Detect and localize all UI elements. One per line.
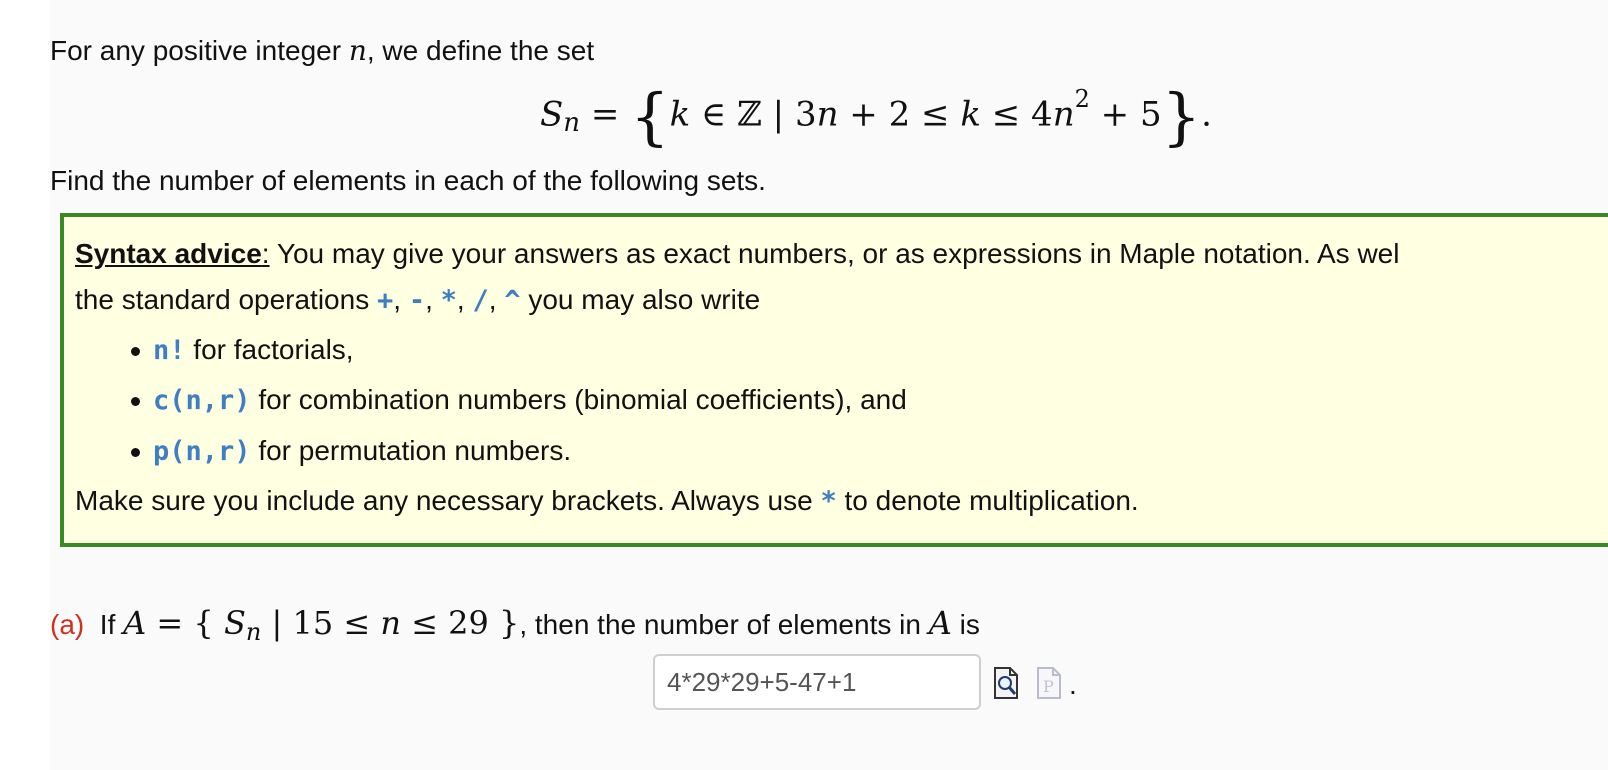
such-that-bar: | bbox=[761, 94, 795, 135]
var-n: n bbox=[1052, 94, 1075, 135]
advice-text-2: the standard operations bbox=[75, 284, 377, 315]
var-A: A bbox=[928, 604, 952, 642]
code-factorial: n! bbox=[153, 335, 186, 366]
code-multiply: * bbox=[820, 486, 837, 517]
coefficient-3: 3 bbox=[794, 94, 817, 135]
open-brace: { bbox=[630, 80, 670, 153]
svg-text:P: P bbox=[1043, 677, 1054, 696]
advice-text-2-suffix: you may also write bbox=[520, 284, 761, 315]
bullet-text: for permutation numbers. bbox=[250, 435, 572, 466]
equals-brace: = { bbox=[146, 604, 224, 642]
close-brace: } bbox=[1161, 80, 1202, 153]
advice-bullet-permutation: p(n,r) for permutation numbers. bbox=[153, 434, 571, 469]
integers-symbol: ℤ bbox=[737, 94, 762, 135]
var-n: n bbox=[380, 604, 401, 642]
exponent-2: 2 bbox=[1074, 84, 1090, 113]
advice-text-last: Make sure you include any necessary brac… bbox=[75, 485, 821, 516]
op-divide: / bbox=[472, 285, 489, 316]
var-n: n bbox=[816, 94, 839, 135]
advice-line-2: the standard operations +, -, *, /, ^ yo… bbox=[75, 283, 760, 318]
S-subscript: n bbox=[245, 618, 262, 646]
equals-sign: = bbox=[590, 94, 620, 135]
answer-period: . bbox=[1069, 669, 1077, 700]
var-k: k bbox=[669, 94, 691, 135]
op-minus: - bbox=[408, 285, 426, 316]
S-symbol: S bbox=[223, 604, 246, 642]
advice-text-1: You may give your answers as exact numbe… bbox=[269, 238, 1400, 269]
op-separator: , bbox=[488, 284, 505, 315]
part-a-label: (a) bbox=[50, 609, 85, 640]
bullet bbox=[131, 397, 140, 406]
advice-bullet-combination: c(n,r) for combination numbers (binomial… bbox=[153, 383, 907, 418]
part-a-text-3: is bbox=[951, 609, 980, 640]
syntax-advice-box: Syntax advice: You may give your answers… bbox=[60, 213, 1608, 547]
op-separator: , bbox=[456, 284, 473, 315]
set-definition: Sn = {k ∈ ℤ | 3n + 2 ≤ k ≤ 4n2 + 5}. bbox=[540, 78, 1212, 158]
bullet bbox=[131, 347, 140, 356]
code-combination: c(n,r) bbox=[153, 385, 251, 416]
advice-title: Syntax advice bbox=[75, 238, 262, 269]
op-times: * bbox=[440, 285, 457, 316]
advice-bullet-factorial: n! for factorials, bbox=[153, 333, 354, 368]
advice-last-line: Make sure you include any necessary brac… bbox=[75, 484, 1139, 519]
part-a-text-2: , then the number of elements in bbox=[519, 609, 929, 640]
condition-lower: | 15 ≤ bbox=[261, 604, 381, 642]
S-symbol: S bbox=[540, 94, 564, 135]
condition-upper: ≤ 29 } bbox=[400, 604, 520, 642]
op-separator: , bbox=[425, 284, 441, 315]
intro-text: For any positive integer bbox=[50, 35, 349, 66]
syntax-help-icon[interactable]: P bbox=[1036, 666, 1062, 700]
op-separator: , bbox=[393, 284, 409, 315]
var-n: n bbox=[348, 34, 367, 67]
advice-line-1: Syntax advice: You may give your answers… bbox=[75, 237, 1399, 271]
bullet bbox=[131, 448, 140, 457]
intro-text-suffix: , we define the set bbox=[366, 35, 595, 66]
instruction-line: Find the number of elements in each of t… bbox=[50, 165, 766, 196]
var-A: A bbox=[123, 604, 147, 642]
bullet-text: for factorials, bbox=[185, 334, 354, 365]
lower-bound-tail: + 2 ≤ bbox=[838, 94, 961, 135]
op-power: ^ bbox=[504, 285, 521, 316]
upper-bound-tail: + 5 bbox=[1089, 94, 1162, 135]
period: . bbox=[1201, 94, 1212, 135]
upper-bound-head: ≤ 4 bbox=[980, 94, 1053, 135]
intro-line-1: For any positive integer n, we define th… bbox=[50, 34, 594, 68]
part-a-text: If bbox=[99, 609, 124, 640]
bullet-text: for combination numbers (binomial coeffi… bbox=[250, 384, 907, 415]
op-plus: + bbox=[376, 285, 394, 316]
var-k: k bbox=[960, 94, 981, 135]
S-subscript: n bbox=[563, 107, 581, 138]
preview-magnifier-icon[interactable] bbox=[993, 666, 1019, 700]
part-a-question: (a) If A = { Sn | 15 ≤ n ≤ 29 }, then th… bbox=[50, 604, 980, 646]
advice-colon: : bbox=[261, 238, 270, 269]
element-of: ∈ bbox=[690, 94, 738, 135]
answer-input[interactable] bbox=[653, 654, 981, 710]
advice-text-last-suffix: to denote multiplication. bbox=[836, 485, 1139, 516]
code-permutation: p(n,r) bbox=[153, 436, 251, 467]
